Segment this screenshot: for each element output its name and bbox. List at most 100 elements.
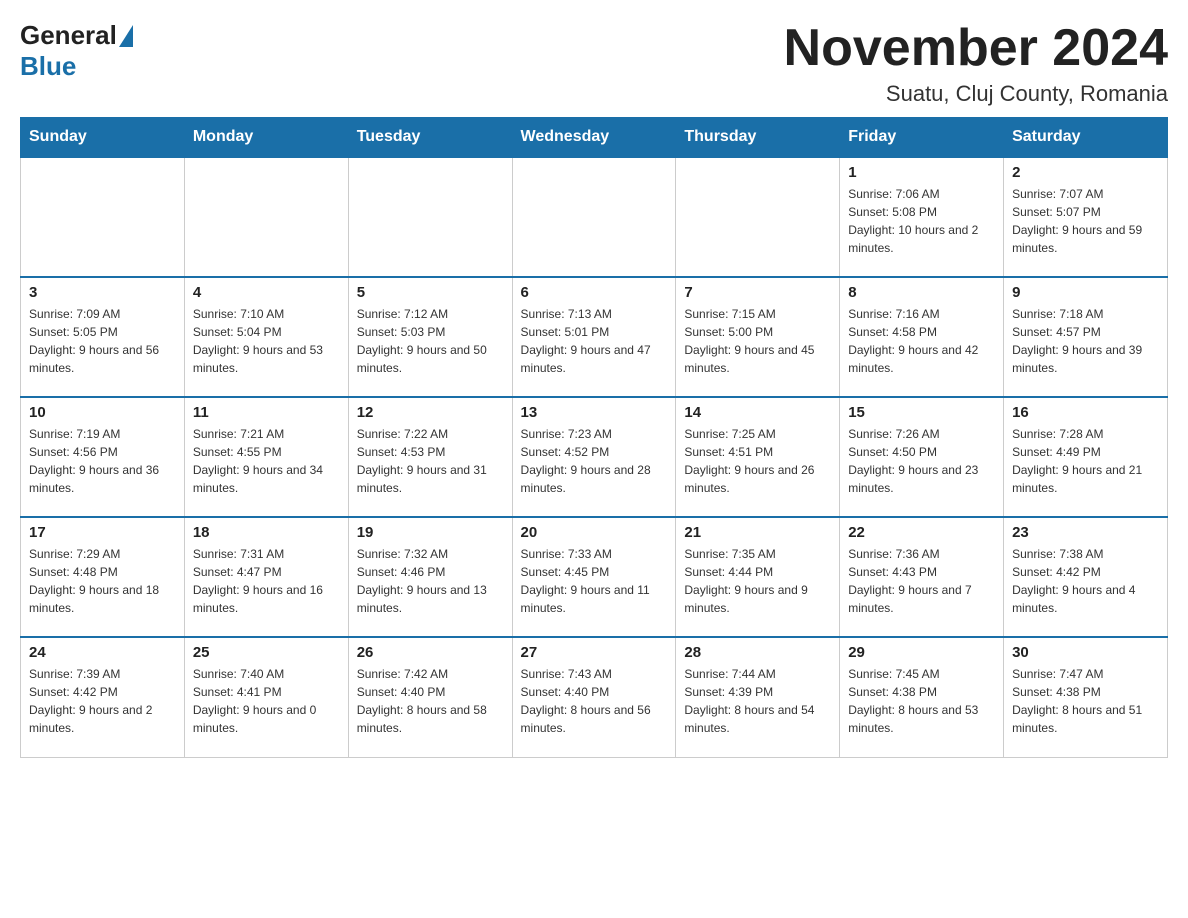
day-info: Sunrise: 7:40 AM Sunset: 4:41 PM Dayligh… <box>193 665 340 737</box>
calendar-cell: 3 Sunrise: 7:09 AM Sunset: 5:05 PM Daylig… <box>21 277 185 397</box>
day-info: Sunrise: 7:45 AM Sunset: 4:38 PM Dayligh… <box>848 665 995 737</box>
day-number: 9 <box>1012 284 1159 301</box>
calendar-cell: 5 Sunrise: 7:12 AM Sunset: 5:03 PM Daylig… <box>348 277 512 397</box>
day-number: 18 <box>193 524 340 541</box>
day-number: 3 <box>29 284 176 301</box>
calendar-week-5: 24 Sunrise: 7:39 AM Sunset: 4:42 PM Dayli… <box>21 637 1168 757</box>
day-info: Sunrise: 7:35 AM Sunset: 4:44 PM Dayligh… <box>684 545 831 617</box>
calendar-week-4: 17 Sunrise: 7:29 AM Sunset: 4:48 PM Dayli… <box>21 517 1168 637</box>
calendar-cell <box>184 157 348 277</box>
day-info: Sunrise: 7:44 AM Sunset: 4:39 PM Dayligh… <box>684 665 831 737</box>
day-info: Sunrise: 7:10 AM Sunset: 5:04 PM Dayligh… <box>193 305 340 377</box>
day-info: Sunrise: 7:06 AM Sunset: 5:08 PM Dayligh… <box>848 185 995 257</box>
day-number: 27 <box>521 644 668 661</box>
day-number: 19 <box>357 524 504 541</box>
calendar-cell: 30 Sunrise: 7:47 AM Sunset: 4:38 PM Dayli… <box>1004 637 1168 757</box>
day-info: Sunrise: 7:29 AM Sunset: 4:48 PM Dayligh… <box>29 545 176 617</box>
day-info: Sunrise: 7:21 AM Sunset: 4:55 PM Dayligh… <box>193 425 340 497</box>
calendar-cell: 29 Sunrise: 7:45 AM Sunset: 4:38 PM Dayli… <box>840 637 1004 757</box>
day-info: Sunrise: 7:18 AM Sunset: 4:57 PM Dayligh… <box>1012 305 1159 377</box>
calendar-cell: 16Sunrise: 7:28 AM Sunset: 4:49 PM Dayli… <box>1004 397 1168 517</box>
day-info: Sunrise: 7:38 AM Sunset: 4:42 PM Dayligh… <box>1012 545 1159 617</box>
day-info: Sunrise: 7:12 AM Sunset: 5:03 PM Dayligh… <box>357 305 504 377</box>
calendar-week-3: 10 Sunrise: 7:19 AM Sunset: 4:56 PM Dayli… <box>21 397 1168 517</box>
day-info: Sunrise: 7:42 AM Sunset: 4:40 PM Dayligh… <box>357 665 504 737</box>
title-area: November 2024 Suatu, Cluj County, Romani… <box>784 20 1168 107</box>
page-header: General Blue November 2024 Suatu, Cluj C… <box>20 20 1168 107</box>
calendar-cell: 7 Sunrise: 7:15 AM Sunset: 5:00 PM Daylig… <box>676 277 840 397</box>
calendar-header-row: SundayMondayTuesdayWednesdayThursdayFrid… <box>21 118 1168 158</box>
calendar-cell: 25 Sunrise: 7:40 AM Sunset: 4:41 PM Dayli… <box>184 637 348 757</box>
calendar-cell: 17 Sunrise: 7:29 AM Sunset: 4:48 PM Dayli… <box>21 517 185 637</box>
calendar-cell: 21 Sunrise: 7:35 AM Sunset: 4:44 PM Dayli… <box>676 517 840 637</box>
calendar-cell: 2 Sunrise: 7:07 AM Sunset: 5:07 PM Daylig… <box>1004 157 1168 277</box>
calendar-table: SundayMondayTuesdayWednesdayThursdayFrid… <box>20 117 1168 758</box>
calendar-header-sunday: Sunday <box>21 118 185 158</box>
day-number: 30 <box>1012 644 1159 661</box>
calendar-header-saturday: Saturday <box>1004 118 1168 158</box>
day-number: 11 <box>193 404 340 421</box>
location: Suatu, Cluj County, Romania <box>784 81 1168 107</box>
day-info: Sunrise: 7:33 AM Sunset: 4:45 PM Dayligh… <box>521 545 668 617</box>
day-number: 21 <box>684 524 831 541</box>
day-number: 5 <box>357 284 504 301</box>
day-number: 29 <box>848 644 995 661</box>
calendar-cell: 6 Sunrise: 7:13 AM Sunset: 5:01 PM Daylig… <box>512 277 676 397</box>
logo: General Blue <box>20 20 135 82</box>
day-number: 4 <box>193 284 340 301</box>
day-number: 28 <box>684 644 831 661</box>
calendar-cell: 12Sunrise: 7:22 AM Sunset: 4:53 PM Dayli… <box>348 397 512 517</box>
day-number: 8 <box>848 284 995 301</box>
day-number: 1 <box>848 164 995 181</box>
logo-triangle-icon <box>119 25 133 47</box>
calendar-header-monday: Monday <box>184 118 348 158</box>
day-number: 10 <box>29 404 176 421</box>
day-info: Sunrise: 7:22 AM Sunset: 4:53 PM Dayligh… <box>357 425 504 497</box>
day-number: 17 <box>29 524 176 541</box>
day-info: Sunrise: 7:31 AM Sunset: 4:47 PM Dayligh… <box>193 545 340 617</box>
day-number: 25 <box>193 644 340 661</box>
day-info: Sunrise: 7:07 AM Sunset: 5:07 PM Dayligh… <box>1012 185 1159 257</box>
day-info: Sunrise: 7:28 AM Sunset: 4:49 PM Dayligh… <box>1012 425 1159 497</box>
day-number: 2 <box>1012 164 1159 181</box>
day-number: 6 <box>521 284 668 301</box>
logo-blue-text: Blue <box>20 51 76 82</box>
day-info: Sunrise: 7:32 AM Sunset: 4:46 PM Dayligh… <box>357 545 504 617</box>
day-info: Sunrise: 7:39 AM Sunset: 4:42 PM Dayligh… <box>29 665 176 737</box>
calendar-cell <box>676 157 840 277</box>
calendar-cell: 22 Sunrise: 7:36 AM Sunset: 4:43 PM Dayli… <box>840 517 1004 637</box>
month-title: November 2024 <box>784 20 1168 77</box>
day-number: 7 <box>684 284 831 301</box>
day-info: Sunrise: 7:43 AM Sunset: 4:40 PM Dayligh… <box>521 665 668 737</box>
calendar-cell: 26 Sunrise: 7:42 AM Sunset: 4:40 PM Dayli… <box>348 637 512 757</box>
logo-general-text: General <box>20 20 117 51</box>
calendar-cell: 11 Sunrise: 7:21 AM Sunset: 4:55 PM Dayli… <box>184 397 348 517</box>
day-number: 22 <box>848 524 995 541</box>
day-number: 26 <box>357 644 504 661</box>
calendar-cell: 1 Sunrise: 7:06 AM Sunset: 5:08 PM Daylig… <box>840 157 1004 277</box>
day-info: Sunrise: 7:09 AM Sunset: 5:05 PM Dayligh… <box>29 305 176 377</box>
day-number: 23 <box>1012 524 1159 541</box>
day-info: Sunrise: 7:47 AM Sunset: 4:38 PM Dayligh… <box>1012 665 1159 737</box>
day-number: 14 <box>684 404 831 421</box>
day-info: Sunrise: 7:26 AM Sunset: 4:50 PM Dayligh… <box>848 425 995 497</box>
day-number: 24 <box>29 644 176 661</box>
calendar-cell: 27 Sunrise: 7:43 AM Sunset: 4:40 PM Dayli… <box>512 637 676 757</box>
calendar-cell: 14 Sunrise: 7:25 AM Sunset: 4:51 PM Dayli… <box>676 397 840 517</box>
day-info: Sunrise: 7:15 AM Sunset: 5:00 PM Dayligh… <box>684 305 831 377</box>
day-info: Sunrise: 7:13 AM Sunset: 5:01 PM Dayligh… <box>521 305 668 377</box>
calendar-cell <box>348 157 512 277</box>
calendar-cell: 19 Sunrise: 7:32 AM Sunset: 4:46 PM Dayli… <box>348 517 512 637</box>
calendar-cell <box>512 157 676 277</box>
calendar-header-friday: Friday <box>840 118 1004 158</box>
day-info: Sunrise: 7:36 AM Sunset: 4:43 PM Dayligh… <box>848 545 995 617</box>
calendar-header-thursday: Thursday <box>676 118 840 158</box>
day-info: Sunrise: 7:25 AM Sunset: 4:51 PM Dayligh… <box>684 425 831 497</box>
calendar-cell: 9 Sunrise: 7:18 AM Sunset: 4:57 PM Daylig… <box>1004 277 1168 397</box>
day-info: Sunrise: 7:23 AM Sunset: 4:52 PM Dayligh… <box>521 425 668 497</box>
calendar-cell: 13Sunrise: 7:23 AM Sunset: 4:52 PM Dayli… <box>512 397 676 517</box>
calendar-cell: 15Sunrise: 7:26 AM Sunset: 4:50 PM Dayli… <box>840 397 1004 517</box>
day-info: Sunrise: 7:19 AM Sunset: 4:56 PM Dayligh… <box>29 425 176 497</box>
calendar-header-tuesday: Tuesday <box>348 118 512 158</box>
day-info: Sunrise: 7:16 AM Sunset: 4:58 PM Dayligh… <box>848 305 995 377</box>
